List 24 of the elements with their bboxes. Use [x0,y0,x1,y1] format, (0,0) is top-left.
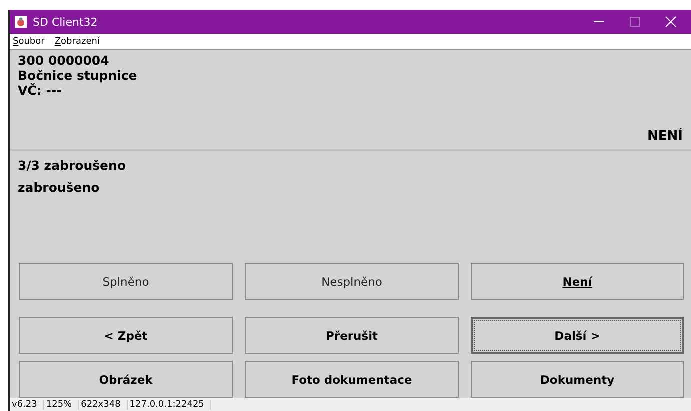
menu-item[interactable]: Soubor [13,36,45,46]
answer-button[interactable]: Splněno [19,263,233,300]
app-icon [15,16,27,28]
status-item: 622x348 [79,400,128,410]
action-button[interactable]: < Zpět [19,317,233,354]
action-button[interactable]: Dokumenty [471,361,684,398]
header-text: 300 0000004 [18,53,110,68]
question-title: 3/3 zabroušeno [18,157,128,175]
action-button[interactable]: Další > [471,317,684,354]
close-icon[interactable] [665,16,677,28]
status-item: v6.23 [10,400,44,410]
window-title: SD Client32 [33,16,98,28]
status-text: NENÍ [648,129,683,144]
question-text: zabroušeno [18,179,101,197]
header-text: VČ: --- [18,83,63,98]
action-button[interactable]: Přerušit [245,317,459,354]
action-button[interactable]: Obrázek [19,361,233,398]
action-button[interactable]: Foto dokumentace [245,361,459,398]
answer-button[interactable]: Není [471,263,684,300]
menu-item[interactable]: Zobrazení [54,36,100,46]
header-text: Bočnice stupnice [18,68,138,83]
answer-button[interactable]: Nesplněno [245,263,459,300]
status-item: 125% [44,400,80,410]
status-item: 127.0.0.1:22425 [128,400,212,410]
